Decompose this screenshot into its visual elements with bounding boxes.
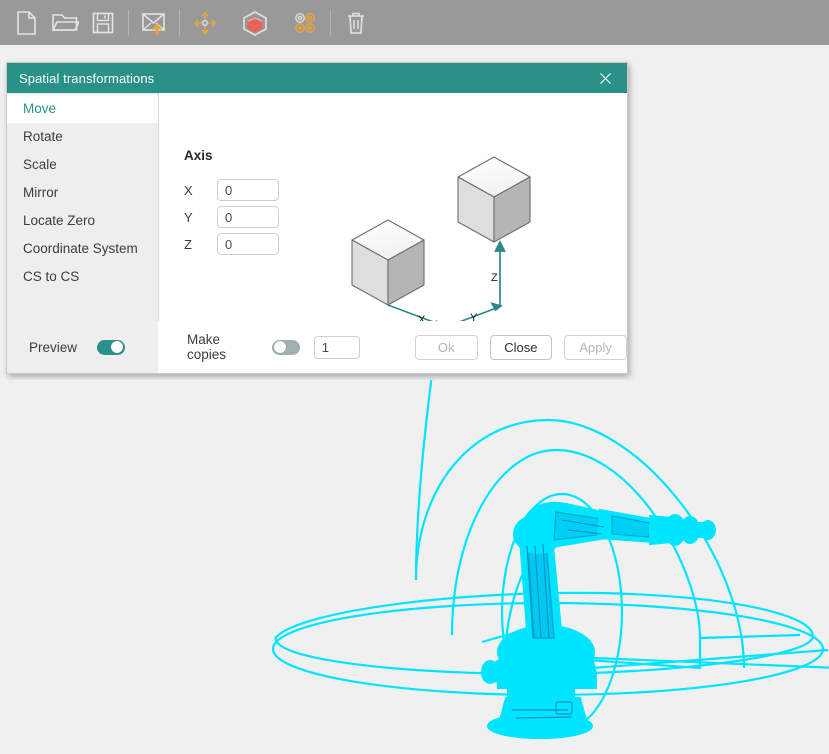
- sidebar-item-label: Locate Zero: [23, 213, 96, 228]
- target-cube: [457, 156, 531, 243]
- model-viewport[interactable]: [0, 380, 829, 754]
- array-pattern-button[interactable]: [286, 4, 324, 42]
- robot-wireframe-scene: [271, 380, 829, 739]
- axis-heading: Axis: [184, 148, 213, 163]
- toggle-knob: [273, 341, 286, 353]
- save-icon: [92, 12, 114, 33]
- axis-input-y[interactable]: [217, 206, 279, 228]
- axis-row-x: X: [184, 179, 279, 201]
- sidebar-item-cs-to-cs[interactable]: CS to CS: [7, 263, 158, 291]
- axis-label-z: Z: [184, 236, 192, 252]
- toolbar-separator-2: [179, 9, 180, 36]
- save-button[interactable]: [84, 4, 122, 42]
- sidebar-item-label: Scale: [23, 157, 57, 172]
- dialog-footer: Make copies Ok Close Apply: [158, 321, 628, 373]
- axis-input-z[interactable]: [217, 233, 279, 255]
- close-dialog-button[interactable]: Close: [489, 334, 553, 360]
- sidebar-item-move[interactable]: Move: [7, 95, 158, 123]
- make-copies-toggle[interactable]: [271, 339, 300, 355]
- transform-sidebar: Move Rotate Scale Mirror Locate Zero Coo…: [7, 93, 159, 373]
- dialog-title-bar: Spatial transformations: [7, 63, 627, 93]
- sidebar-item-label: Mirror: [23, 185, 59, 200]
- toolbar-separator-3: [330, 9, 331, 36]
- sidebar-item-label: Move: [23, 101, 57, 116]
- axis-input-x[interactable]: [217, 179, 279, 201]
- close-icon: [599, 72, 611, 84]
- axis-row-z: Z: [184, 233, 279, 255]
- delete-trash-icon: [348, 12, 364, 34]
- ok-button[interactable]: Ok: [414, 334, 478, 360]
- axis-arrow-label-z: Z: [491, 272, 498, 284]
- move-tool-button[interactable]: [186, 4, 224, 42]
- spatial-transformations-dialog: Spatial transformations Move Rotate Scal…: [6, 62, 628, 374]
- export-button[interactable]: [135, 4, 173, 42]
- toggle-knob: [111, 341, 124, 353]
- sidebar-item-rotate[interactable]: Rotate: [7, 123, 158, 151]
- open-folder-button[interactable]: [46, 4, 84, 42]
- sidebar-item-mirror[interactable]: Mirror: [7, 179, 158, 207]
- move-illustration: X Y Z: [351, 156, 531, 330]
- toolbar-separator-1: [128, 9, 129, 36]
- dialog-title: Spatial transformations: [19, 70, 155, 86]
- preview-label: Preview: [29, 339, 78, 355]
- preview-row: Preview: [7, 321, 158, 373]
- delete-button[interactable]: [337, 4, 375, 42]
- array-pattern-icon: [295, 12, 315, 33]
- robot-arm-model: [481, 501, 716, 739]
- cube-icon: [243, 10, 267, 36]
- sidebar-item-locate-zero[interactable]: Locate Zero: [7, 207, 158, 235]
- make-copies-label: Make copies: [187, 332, 227, 362]
- sidebar-item-label: Coordinate System: [23, 241, 138, 256]
- sidebar-item-label: CS to CS: [23, 269, 80, 284]
- axis-label-x: X: [184, 182, 193, 198]
- sidebar-item-label: Rotate: [23, 129, 63, 144]
- cube-solid-button[interactable]: [236, 4, 274, 42]
- export-icon: [142, 12, 165, 35]
- new-file-icon: [17, 10, 36, 35]
- sidebar-item-coordinate-system[interactable]: Coordinate System: [7, 235, 158, 263]
- copies-count-input[interactable]: [313, 335, 360, 359]
- axis-label-y: Y: [184, 209, 193, 225]
- move-tool-icon: [194, 11, 216, 34]
- open-folder-icon: [51, 13, 79, 31]
- axis-row-y: Y: [184, 206, 279, 228]
- preview-toggle[interactable]: [97, 339, 126, 355]
- apply-button[interactable]: Apply: [564, 334, 628, 360]
- main-toolbar: [0, 0, 829, 45]
- sidebar-item-scale[interactable]: Scale: [7, 151, 158, 179]
- source-cube: [351, 219, 425, 306]
- close-button[interactable]: [589, 63, 621, 93]
- new-file-button[interactable]: [8, 4, 46, 42]
